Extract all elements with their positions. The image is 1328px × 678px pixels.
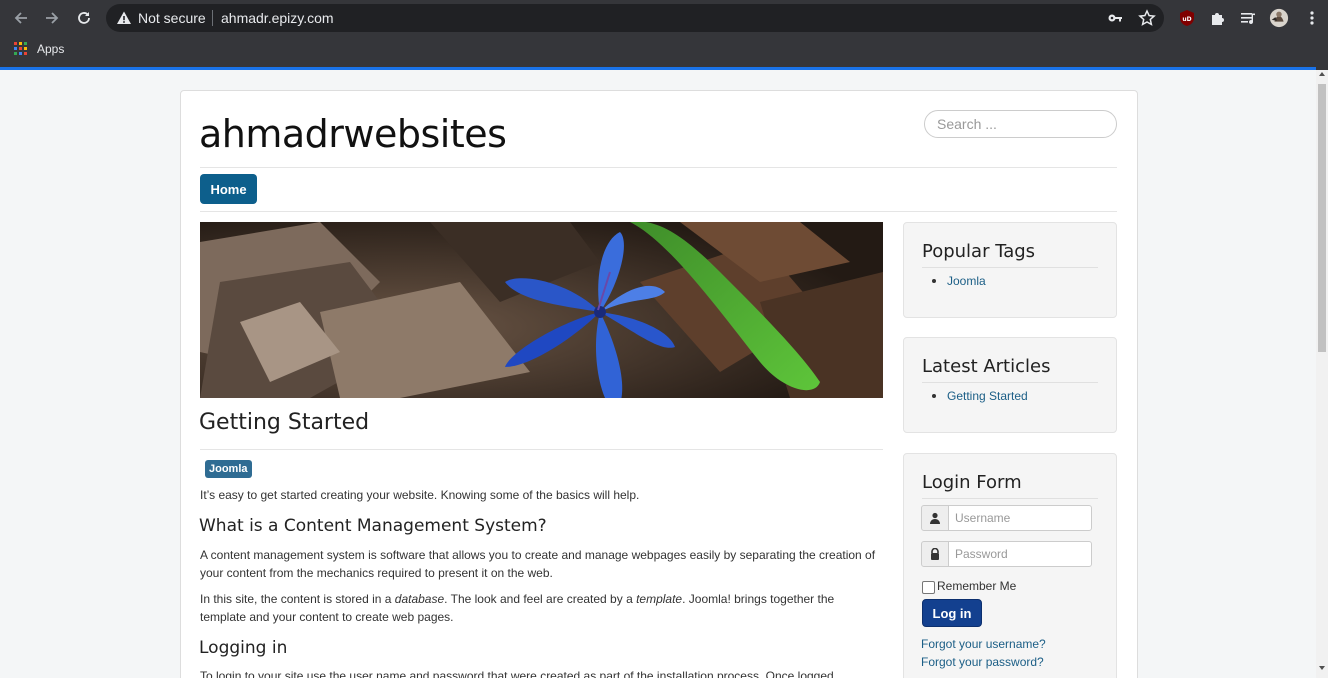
remember-me-label[interactable]: Remember Me bbox=[937, 578, 1016, 594]
nav-home-button[interactable]: Home bbox=[200, 174, 257, 204]
scroll-thumb[interactable] bbox=[1318, 84, 1326, 352]
popular-tag-link[interactable]: Joomla bbox=[947, 273, 986, 289]
heading-logging-in: Logging in bbox=[199, 638, 288, 658]
media-queue-icon[interactable] bbox=[1238, 8, 1258, 28]
puzzle-icon[interactable] bbox=[1208, 8, 1228, 28]
latest-article-link[interactable]: Getting Started bbox=[947, 388, 1028, 404]
tag-badge-joomla[interactable]: Joomla bbox=[205, 460, 252, 478]
login-form-divider bbox=[922, 498, 1098, 499]
address-bar[interactable]: Not secure ahmadr.epizy.com bbox=[106, 4, 1164, 32]
ublock-icon[interactable]: uD bbox=[1177, 8, 1197, 28]
list-bullet bbox=[932, 279, 936, 283]
browser-toolbar: Not secure ahmadr.epizy.com uD bbox=[0, 0, 1328, 36]
username-input[interactable] bbox=[948, 505, 1092, 531]
reload-icon[interactable] bbox=[72, 6, 96, 30]
login-form-title: Login Form bbox=[922, 472, 1022, 493]
warning-icon[interactable] bbox=[116, 10, 132, 26]
back-arrow-icon[interactable] bbox=[9, 6, 33, 30]
paragraph-login: To login to your site use the user name … bbox=[200, 669, 834, 678]
svg-text:uD: uD bbox=[1182, 16, 1191, 23]
bookmarks-bar bbox=[0, 36, 1328, 67]
article-hero-image bbox=[200, 222, 883, 398]
apps-grid-icon[interactable] bbox=[14, 42, 27, 55]
key-icon[interactable] bbox=[1106, 9, 1124, 27]
omnibox-divider bbox=[212, 10, 213, 26]
lock-icon bbox=[921, 541, 949, 567]
article-title[interactable]: Getting Started bbox=[199, 408, 369, 438]
forgot-password-link[interactable]: Forgot your password? bbox=[921, 654, 1044, 670]
nav-divider bbox=[200, 211, 1117, 212]
article-divider bbox=[200, 449, 883, 450]
security-label[interactable]: Not secure bbox=[138, 10, 206, 26]
forward-arrow-icon[interactable] bbox=[40, 6, 64, 30]
apps-bookmark[interactable]: Apps bbox=[37, 42, 64, 56]
paragraph-cms: A content management system is software … bbox=[200, 548, 876, 580]
paragraph-site-part1: In this site, the content is stored in a bbox=[200, 592, 395, 606]
star-icon[interactable] bbox=[1138, 9, 1156, 27]
browser-chrome: Not secure ahmadr.epizy.com uD Apps bbox=[0, 0, 1328, 70]
scroll-up-arrow-icon[interactable] bbox=[1319, 72, 1325, 76]
page-scrollbar[interactable] bbox=[1316, 70, 1328, 678]
remember-me-checkbox[interactable] bbox=[922, 581, 935, 594]
header-divider bbox=[200, 167, 1117, 168]
kebab-menu-icon[interactable] bbox=[1302, 8, 1322, 28]
site-title[interactable]: ahmadrwebsites bbox=[199, 110, 507, 158]
article-intro: It’s easy to get started creating your w… bbox=[200, 488, 640, 502]
heading-cms: What is a Content Management System? bbox=[199, 516, 547, 536]
scroll-down-arrow-icon[interactable] bbox=[1319, 666, 1325, 670]
latest-articles-divider bbox=[922, 382, 1098, 383]
profile-avatar-icon[interactable] bbox=[1269, 8, 1289, 28]
popular-tags-module: Popular Tags Joomla bbox=[903, 222, 1117, 318]
user-icon bbox=[921, 505, 949, 531]
popular-tags-divider bbox=[922, 267, 1098, 268]
popular-tags-title: Popular Tags bbox=[922, 241, 1036, 262]
paragraph-site: In this site, the content is stored in a… bbox=[200, 590, 883, 626]
forgot-username-link[interactable]: Forgot your username? bbox=[921, 636, 1046, 652]
latest-articles-module: Latest Articles Getting Started bbox=[903, 337, 1117, 433]
paragraph-site-database: database bbox=[394, 592, 445, 606]
paragraph-site-template: template bbox=[636, 592, 683, 606]
page-load-bar bbox=[0, 67, 1316, 70]
search-input[interactable] bbox=[924, 110, 1117, 138]
latest-articles-title: Latest Articles bbox=[922, 356, 1051, 377]
password-input[interactable] bbox=[948, 541, 1092, 567]
login-button[interactable]: Log in bbox=[922, 599, 982, 627]
url-text[interactable]: ahmadr.epizy.com bbox=[221, 10, 334, 26]
list-bullet bbox=[932, 394, 936, 398]
paragraph-site-part2: . The look and feel are created by a bbox=[444, 592, 637, 606]
